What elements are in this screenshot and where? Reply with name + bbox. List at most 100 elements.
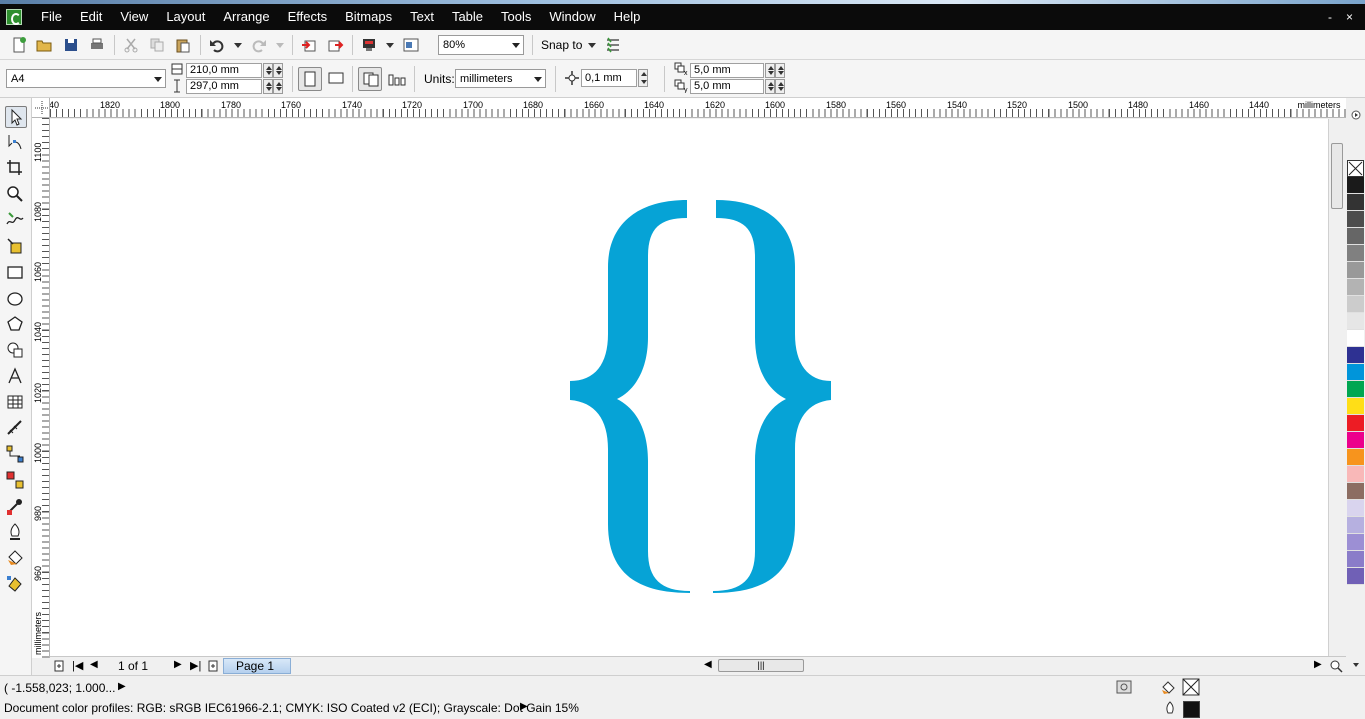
menu-window[interactable]: Window xyxy=(540,4,604,30)
palette-swatch[interactable] xyxy=(1347,449,1364,466)
palette-swatch[interactable] xyxy=(1347,330,1364,347)
nudge-distance-spinner[interactable] xyxy=(638,69,648,87)
right-curly-brace[interactable] xyxy=(713,200,831,593)
print-icon[interactable] xyxy=(88,36,106,54)
paste-icon[interactable] xyxy=(174,36,192,54)
freehand-tool[interactable] xyxy=(5,210,27,232)
scroll-left-button[interactable]: ◀ xyxy=(704,659,712,670)
new-document-icon[interactable] xyxy=(10,36,28,54)
zoom-navigator-icon[interactable] xyxy=(1329,659,1343,673)
menu-bitmaps[interactable]: Bitmaps xyxy=(336,4,401,30)
palette-swatch[interactable] xyxy=(1347,313,1364,330)
horizontal-scroll-thumb[interactable]: ||| xyxy=(718,659,804,672)
page-height-spinner[interactable] xyxy=(263,79,273,94)
export-icon[interactable] xyxy=(326,36,344,54)
redo-dropdown-icon[interactable] xyxy=(276,42,284,48)
palette-swatch[interactable] xyxy=(1347,245,1364,262)
save-icon[interactable] xyxy=(62,36,80,54)
palette-swatch[interactable] xyxy=(1347,296,1364,313)
text-tool[interactable] xyxy=(5,366,27,388)
next-page-button[interactable]: ▶ xyxy=(174,659,182,670)
menu-help[interactable]: Help xyxy=(605,4,650,30)
palette-swatch[interactable] xyxy=(1347,398,1364,415)
open-folder-icon[interactable] xyxy=(35,36,53,54)
duplicate-y-spinner[interactable] xyxy=(765,79,775,94)
duplicate-y-lock-spinner[interactable] xyxy=(775,79,785,94)
vertical-scroll-thumb[interactable] xyxy=(1331,143,1343,209)
menu-view[interactable]: View xyxy=(111,4,157,30)
page-tab[interactable]: Page 1 xyxy=(223,658,291,674)
page-width-lock-spinner[interactable] xyxy=(273,63,283,78)
vertical-ruler[interactable]: 1100 1080 1060 1040 1020 1000 980 960 mi… xyxy=(32,118,50,658)
left-curly-brace[interactable] xyxy=(570,200,690,593)
palette-swatch[interactable] xyxy=(1347,517,1364,534)
duplicate-x-spinner[interactable] xyxy=(765,63,775,78)
dimension-tool[interactable] xyxy=(5,418,27,440)
scroll-right-button[interactable]: ▶ xyxy=(1314,659,1322,670)
pick-tool[interactable] xyxy=(5,106,27,128)
palette-swatch[interactable] xyxy=(1347,211,1364,228)
undo-icon[interactable] xyxy=(208,36,226,54)
object-info-icon[interactable] xyxy=(1116,680,1132,694)
coordinates-expand-icon[interactable]: ▶ xyxy=(118,681,126,692)
app-icon[interactable] xyxy=(6,9,22,25)
palette-scroll-down-icon[interactable] xyxy=(1349,660,1363,670)
outline-color-swatch[interactable] xyxy=(1183,701,1200,718)
blend-tool[interactable] xyxy=(5,470,27,492)
welcome-screen-icon[interactable] xyxy=(402,36,420,54)
page-height-lock-spinner[interactable] xyxy=(273,79,283,94)
menu-edit[interactable]: Edit xyxy=(71,4,111,30)
smart-fill-tool[interactable] xyxy=(5,236,27,258)
import-icon[interactable] xyxy=(300,36,318,54)
fill-tool[interactable] xyxy=(5,548,27,570)
snap-to-button[interactable]: Snap to xyxy=(541,38,582,52)
color-profiles-text[interactable]: Document color profiles: RGB: sRGB IEC61… xyxy=(4,701,579,715)
page-size-combo[interactable]: A4 xyxy=(6,69,166,88)
fill-indicator-icon[interactable] xyxy=(1160,679,1178,695)
zoom-dropdown-icon[interactable] xyxy=(512,43,520,48)
duplicate-x-lock-spinner[interactable] xyxy=(775,63,785,78)
menu-table[interactable]: Table xyxy=(443,4,492,30)
all-pages-button[interactable] xyxy=(358,67,382,91)
undo-dropdown-icon[interactable] xyxy=(234,42,242,48)
no-fill-swatch[interactable] xyxy=(1347,160,1364,177)
redo-icon[interactable] xyxy=(250,36,268,54)
last-page-button[interactable]: ▶| xyxy=(190,659,201,672)
copy-icon[interactable] xyxy=(148,36,166,54)
palette-swatch[interactable] xyxy=(1347,432,1364,449)
menu-layout[interactable]: Layout xyxy=(157,4,214,30)
palette-scroll-up-icon[interactable] xyxy=(1349,110,1363,120)
horizontal-ruler[interactable]: 40 1820 1800 1780 1760 1740 1720 1700 16… xyxy=(50,98,1346,118)
minimize-document-button[interactable]: - xyxy=(1328,10,1332,24)
palette-swatch[interactable] xyxy=(1347,466,1364,483)
crop-tool[interactable] xyxy=(5,158,27,180)
menu-text[interactable]: Text xyxy=(401,4,443,30)
palette-swatch[interactable] xyxy=(1347,364,1364,381)
page-width-spinner[interactable] xyxy=(263,63,273,78)
menu-tools[interactable]: Tools xyxy=(492,4,540,30)
landscape-icon[interactable] xyxy=(328,71,344,85)
zoom-tool[interactable] xyxy=(5,184,27,206)
first-page-button[interactable]: |◀ xyxy=(72,659,83,672)
cut-icon[interactable] xyxy=(122,36,140,54)
snap-to-dropdown-icon[interactable] xyxy=(588,42,596,48)
palette-swatch[interactable] xyxy=(1347,194,1364,211)
options-icon[interactable] xyxy=(604,36,622,54)
add-page-before-icon[interactable] xyxy=(53,660,65,672)
units-combo[interactable]: millimeters xyxy=(455,69,546,88)
palette-swatch[interactable] xyxy=(1347,177,1364,194)
vertical-scrollbar[interactable] xyxy=(1328,119,1344,656)
connector-tool[interactable] xyxy=(5,444,27,466)
page-size-dropdown-icon[interactable] xyxy=(154,76,162,82)
palette-swatch[interactable] xyxy=(1347,534,1364,551)
table-tool[interactable] xyxy=(5,392,27,414)
current-page-icon[interactable] xyxy=(388,71,406,87)
palette-swatch[interactable] xyxy=(1347,500,1364,517)
menu-file[interactable]: File xyxy=(32,4,71,30)
palette-swatch[interactable] xyxy=(1347,568,1364,585)
menu-effects[interactable]: Effects xyxy=(279,4,337,30)
palette-swatch[interactable] xyxy=(1347,415,1364,432)
zoom-level-combo[interactable]: 80% xyxy=(438,35,524,55)
basic-shapes-tool[interactable] xyxy=(5,340,27,362)
units-dropdown-icon[interactable] xyxy=(534,76,542,82)
